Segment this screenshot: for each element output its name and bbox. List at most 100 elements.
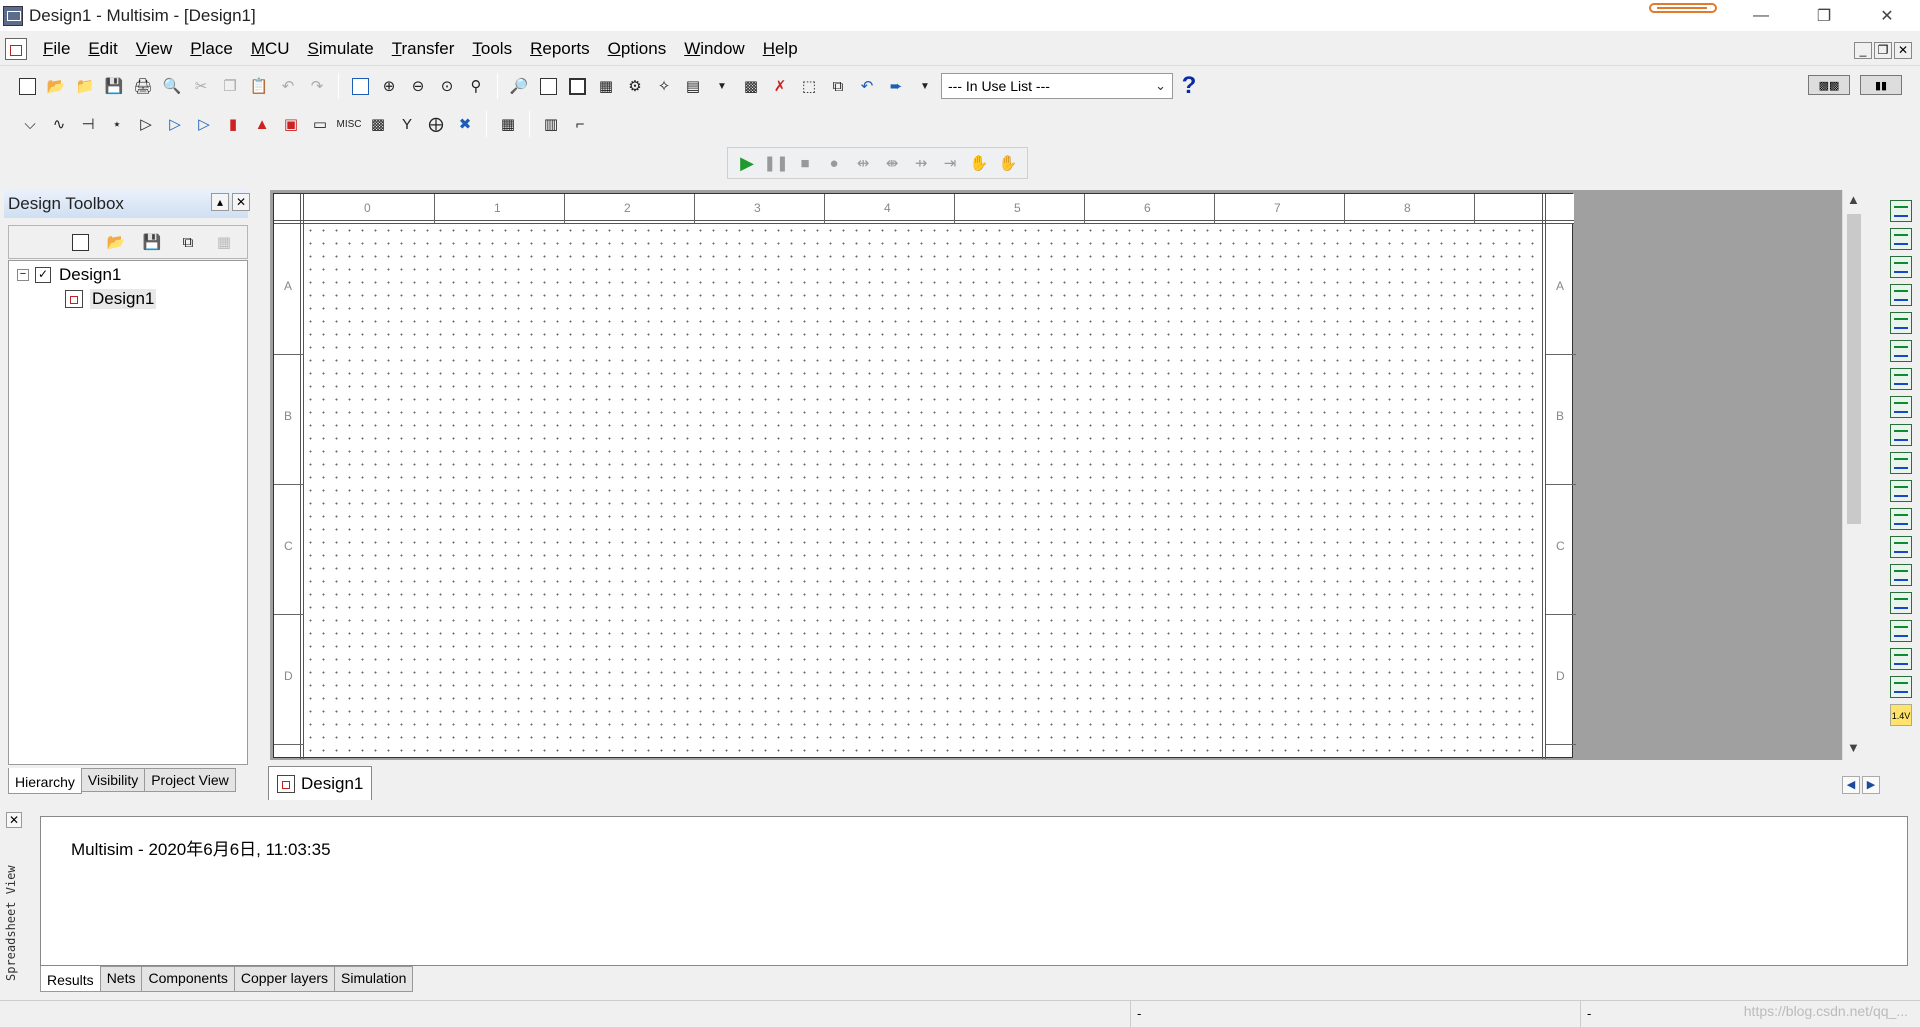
place-bus-icon[interactable]: ⌐ (567, 111, 593, 137)
menu-reports[interactable]: Reports (521, 39, 599, 59)
toggle-netlist-icon[interactable]: ⬚ (796, 73, 822, 99)
place-indicator-icon[interactable]: ▣ (278, 111, 304, 137)
remove-breakpoints-icon[interactable]: ✋ (995, 150, 1021, 176)
tab-components[interactable]: Components (141, 966, 235, 992)
transfer-dropdown-icon[interactable]: ▼ (912, 73, 938, 99)
menu-view[interactable]: View (127, 39, 182, 59)
tree-item-root[interactable]: − ✓ Design1 (17, 265, 121, 285)
agilent-multimeter-icon[interactable] (1890, 620, 1912, 642)
collapse-icon[interactable]: − (17, 269, 29, 281)
toggle-fullscreen-icon[interactable] (347, 73, 373, 99)
grid-icon[interactable]: ▦ (593, 73, 619, 99)
results-area[interactable]: Multisim - 2020年6月6日, 11:03:35 (40, 816, 1908, 966)
close-icon[interactable]: ✕ (6, 812, 22, 828)
open-folder-icon[interactable]: 📂 (43, 73, 69, 99)
scroll-up-icon[interactable]: ▲ (1847, 192, 1860, 207)
tab-copper-layers[interactable]: Copper layers (233, 966, 336, 992)
menu-options[interactable]: Options (599, 39, 676, 59)
close-icon[interactable]: ✕ (232, 193, 250, 211)
new-file-icon[interactable] (67, 229, 93, 255)
design-toolbox-icon[interactable] (535, 73, 561, 99)
mdi-restore-icon[interactable]: ❐ (1874, 42, 1892, 59)
record-icon[interactable]: ● (821, 150, 847, 176)
menu-mcu[interactable]: MCU (242, 39, 299, 59)
place-ni-component-icon[interactable]: ✖ (452, 111, 478, 137)
spreadsheet-view-icon[interactable] (564, 73, 590, 99)
function-generator-icon[interactable] (1890, 228, 1912, 250)
zoom-out-icon[interactable]: ⊖ (405, 73, 431, 99)
stop-simulation-icon[interactable]: ■ (792, 150, 818, 176)
save-icon[interactable]: 💾 (101, 73, 127, 99)
agilent-function-generator-icon[interactable] (1890, 592, 1912, 614)
save-icon[interactable]: 💾 (139, 229, 165, 255)
measurement-probe-icon[interactable]: 1.4V (1890, 704, 1912, 726)
help-icon[interactable]: ? (1176, 72, 1202, 99)
pause-simulation-icon[interactable]: ❚❚ (763, 150, 789, 176)
tab-results[interactable]: Results (40, 966, 101, 992)
tab-project-view[interactable]: Project View (144, 768, 236, 792)
new-file-icon[interactable] (14, 73, 40, 99)
place-misc-icon[interactable]: MISC (336, 111, 362, 137)
layout-toggle-icon[interactable]: ▮▮ (1860, 75, 1902, 95)
postprocessor-icon[interactable]: ▤ (680, 73, 706, 99)
checkbox-icon[interactable]: ✓ (35, 267, 51, 283)
place-transistor-icon[interactable]: ⋆ (104, 111, 130, 137)
undo-icon[interactable]: ↶ (275, 73, 301, 99)
four-channel-oscilloscope-icon[interactable] (1890, 312, 1912, 334)
multisim-app-icon[interactable] (3, 5, 23, 26)
breadboard-toggle-icon[interactable]: ▩▩ (1808, 75, 1850, 95)
vertical-scrollbar[interactable]: ▲ ▼ (1842, 190, 1864, 760)
restore-icon[interactable]: ❐ (1799, 0, 1849, 31)
place-mixed-icon[interactable]: ▲ (249, 111, 275, 137)
electrical-rules-check-icon[interactable]: ▩ (738, 73, 764, 99)
step-over-icon[interactable]: ⇼ (879, 150, 905, 176)
tab-hierarchy[interactable]: Hierarchy (8, 768, 82, 794)
delete-file-icon[interactable]: ▦ (211, 229, 237, 255)
network-analyzer-icon[interactable] (1890, 564, 1912, 586)
place-power-icon[interactable]: ▭ (307, 111, 333, 137)
place-source-icon[interactable]: ⌵ (17, 111, 43, 137)
scrollbar-thumb[interactable] (1847, 214, 1861, 524)
pin-icon[interactable]: ▴ (211, 193, 229, 211)
tab-prev-icon[interactable]: ◀ (1842, 776, 1860, 794)
scroll-down-icon[interactable]: ▼ (1847, 740, 1860, 755)
place-cmos-icon[interactable]: ▷ (191, 111, 217, 137)
toggle-breakpoint-icon[interactable]: ✋ (966, 150, 992, 176)
tree-item-child[interactable]: Design1 (65, 289, 157, 309)
tab-nets[interactable]: Nets (99, 966, 143, 992)
transfer-back-icon[interactable]: ↶ (854, 73, 880, 99)
wattmeter-icon[interactable] (1890, 256, 1912, 278)
tab-design1[interactable]: Design1 (268, 766, 373, 800)
paste-icon[interactable]: 📋 (246, 73, 272, 99)
component-wizard-icon[interactable]: ✧ (651, 73, 677, 99)
run-simulation-icon[interactable]: ▶ (734, 150, 760, 176)
schematic-workspace[interactable]: 0 1 2 3 4 5 6 7 8 A B C D A B C D ▲ ▼ (270, 190, 1864, 760)
bode-plotter-icon[interactable] (1890, 340, 1912, 362)
menu-place[interactable]: Place (181, 39, 242, 59)
mdi-close-icon[interactable]: ✕ (1894, 42, 1912, 59)
in-use-list-select[interactable]: --- In Use List --- ⌄ (941, 73, 1173, 99)
redo-icon[interactable]: ↷ (304, 73, 330, 99)
logic-converter-icon[interactable] (1890, 424, 1912, 446)
mdi-minimize-icon[interactable]: _ (1854, 42, 1872, 59)
menu-transfer[interactable]: Transfer (383, 39, 464, 59)
zoom-in-icon[interactable]: ⊕ (376, 73, 402, 99)
tab-simulation[interactable]: Simulation (334, 966, 414, 992)
menu-window[interactable]: Window (675, 39, 753, 59)
agilent-oscilloscope-icon[interactable] (1890, 648, 1912, 670)
place-mcu-icon[interactable]: ▦ (495, 111, 521, 137)
place-analog-icon[interactable]: ▷ (133, 111, 159, 137)
spectrum-analyzer-icon[interactable] (1890, 536, 1912, 558)
word-generator-icon[interactable] (1890, 396, 1912, 418)
menu-simulate[interactable]: Simulate (299, 39, 383, 59)
menu-tools[interactable]: Tools (463, 39, 521, 59)
hierarchical-block-icon[interactable]: ▥ (538, 111, 564, 137)
distortion-analyzer-icon[interactable] (1890, 508, 1912, 530)
schematic-grid[interactable] (304, 224, 1544, 759)
copy-icon[interactable]: ❐ (217, 73, 243, 99)
zoom-area-icon[interactable]: ⊙ (434, 73, 460, 99)
dropdown-arrow-icon[interactable]: ▼ (709, 73, 735, 99)
clear-erc-markers-icon[interactable]: ✗ (767, 73, 793, 99)
schematic-sheet[interactable]: 0 1 2 3 4 5 6 7 8 A B C D A B C D (273, 193, 1576, 759)
iv-analyzer-icon[interactable] (1890, 480, 1912, 502)
